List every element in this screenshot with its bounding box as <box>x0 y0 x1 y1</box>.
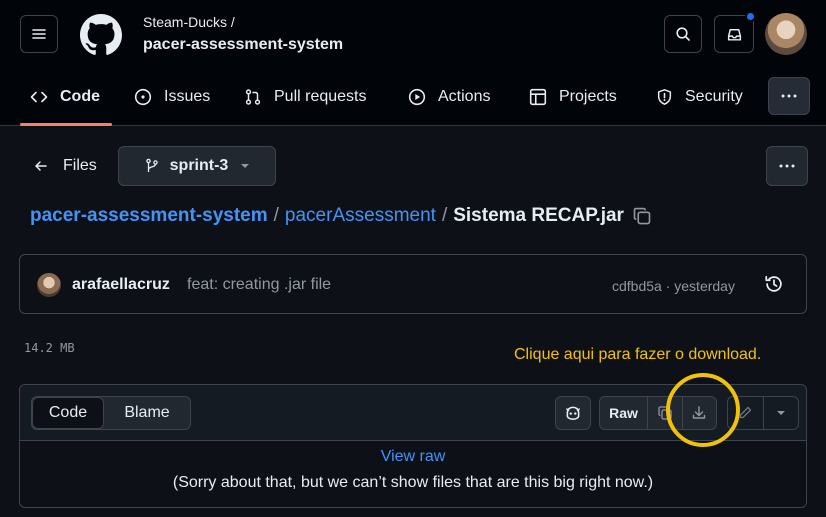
tab-code-label: Code <box>60 88 100 105</box>
tab-pull-requests-label: Pull requests <box>274 88 367 105</box>
menu-button[interactable] <box>20 15 58 53</box>
file-more-options-button[interactable] <box>766 146 808 186</box>
shield-icon <box>657 89 672 105</box>
table-icon <box>529 88 547 106</box>
tab-code[interactable]: Code <box>30 80 100 114</box>
commit-author-link[interactable]: arafaellacruz <box>72 276 170 294</box>
file-viewer: Code Blame Raw View raw (Sorry about tha… <box>19 373 807 508</box>
commit-sha-date[interactable]: cdfbd5a · yesterday <box>612 278 735 294</box>
tab-actions[interactable]: Actions <box>408 80 490 114</box>
kebab-horizontal-icon <box>781 94 797 98</box>
triangle-down-icon <box>776 411 785 415</box>
files-back-link[interactable]: Files <box>33 157 97 175</box>
code-icon <box>30 91 48 103</box>
blame-view-button[interactable]: Blame <box>104 397 190 429</box>
tab-pull-requests[interactable]: Pull requests <box>244 80 367 114</box>
view-raw-link[interactable]: View raw <box>20 448 806 466</box>
tab-projects[interactable]: Projects <box>529 80 617 114</box>
tab-security[interactable]: Security <box>656 80 743 114</box>
file-viewer-header: Code Blame Raw <box>20 373 806 447</box>
top-bar: Steam-Ducks / pacer-assessment-system Co… <box>0 0 826 126</box>
pull-request-icon <box>245 89 261 105</box>
latest-commit-box: arafaellacruz feat: creating .jar file c… <box>19 254 807 314</box>
repo-owner-link[interactable]: Steam-Ducks / <box>143 14 235 30</box>
breadcrumb-folder-link[interactable]: pacerAssessment <box>285 205 436 227</box>
tab-actions-label: Actions <box>438 88 491 105</box>
view-mode-toggle: Code Blame <box>31 396 191 430</box>
commit-author-avatar[interactable] <box>37 273 61 297</box>
play-icon <box>408 88 426 106</box>
breadcrumb-separator: / <box>273 205 279 226</box>
repo-name-link[interactable]: pacer-assessment-system <box>143 36 343 54</box>
files-label: Files <box>63 157 97 174</box>
file-size: 14.2 MB <box>24 341 75 355</box>
issue-icon <box>134 88 152 106</box>
breadcrumb: pacer-assessment-system / pacerAssessmen… <box>30 205 652 227</box>
more-tabs-button[interactable] <box>768 77 810 115</box>
copy-path-icon[interactable] <box>632 206 652 226</box>
breadcrumb-separator: / <box>441 205 448 226</box>
breadcrumb-file-name: Sistema RECAP.jar <box>453 205 624 226</box>
raw-button[interactable]: Raw <box>600 397 648 429</box>
arrow-left-icon <box>35 161 47 171</box>
commit-message-link[interactable]: feat: creating .jar file <box>187 276 331 294</box>
branch-name: sprint-3 <box>169 157 229 174</box>
breadcrumb-repo-link[interactable]: pacer-assessment-system <box>30 205 268 227</box>
copilot-icon <box>566 406 580 420</box>
search-icon <box>676 27 690 41</box>
download-annotation-text: Clique aqui para fazer o download. <box>514 346 762 363</box>
tab-issues-label: Issues <box>164 88 211 105</box>
copilot-button[interactable] <box>555 396 591 430</box>
tab-issues[interactable]: Issues <box>134 80 210 114</box>
notification-dot <box>745 11 756 22</box>
history-icon[interactable] <box>764 274 784 294</box>
tab-security-label: Security <box>685 88 743 105</box>
kebab-horizontal-icon <box>779 164 795 168</box>
user-avatar[interactable] <box>765 13 807 55</box>
code-view-button[interactable]: Code <box>32 397 104 429</box>
github-logo-icon[interactable] <box>80 14 122 56</box>
triangle-down-icon <box>241 164 250 168</box>
edit-options-dropdown[interactable] <box>762 397 799 429</box>
file-too-big-message: (Sorry about that, but we can’t show fil… <box>172 474 654 491</box>
search-button[interactable] <box>664 15 702 53</box>
tab-projects-label: Projects <box>559 88 617 105</box>
active-tab-indicator <box>20 123 112 126</box>
inbox-icon <box>727 28 741 41</box>
download-highlight-circle <box>666 373 740 447</box>
branch-selector[interactable]: sprint-3 <box>118 146 276 186</box>
hamburger-icon <box>32 29 46 39</box>
branch-icon <box>145 158 158 172</box>
